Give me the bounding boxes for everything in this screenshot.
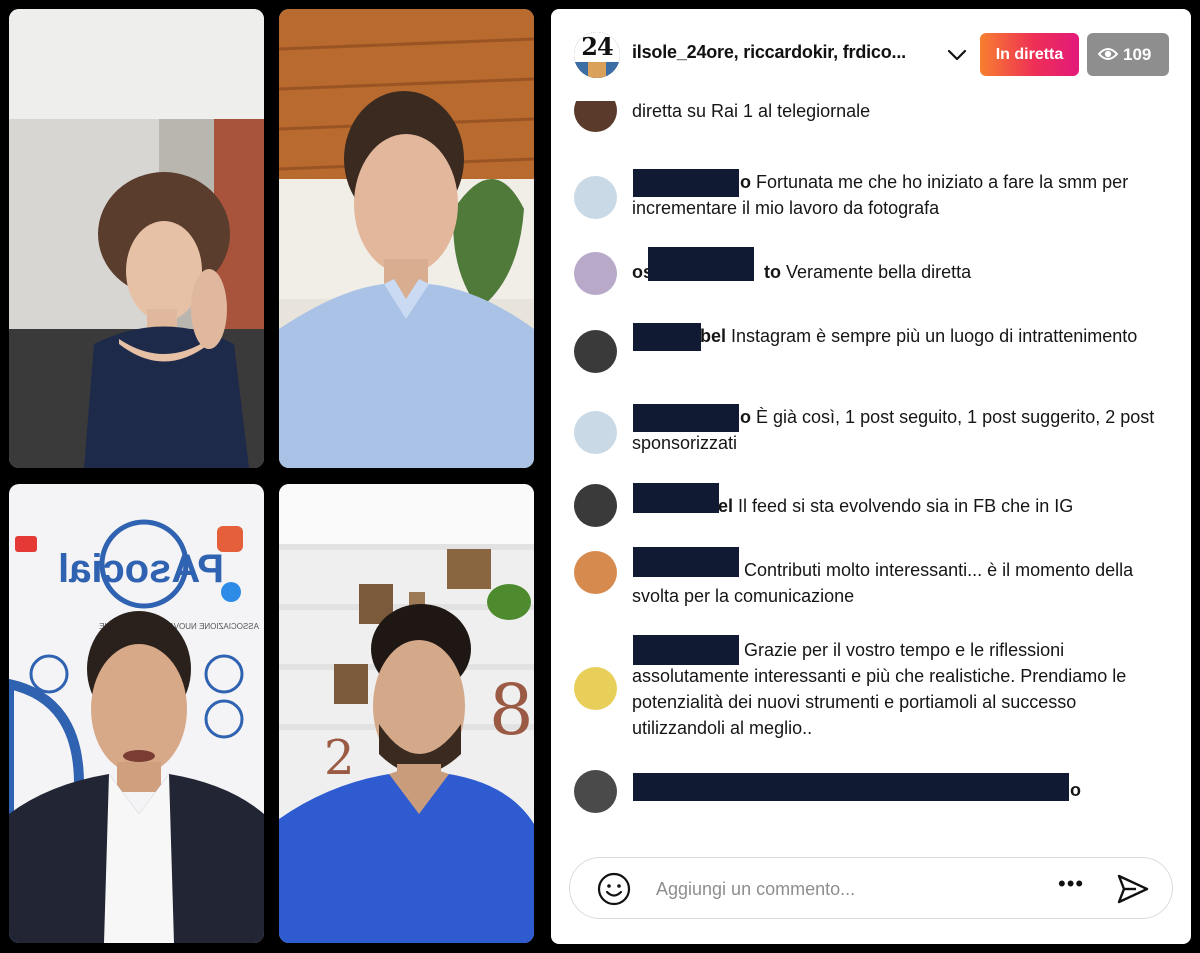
comment-username[interactable]: el bbox=[718, 496, 733, 516]
comment-list[interactable]: diretta su Rai 1 al telegiornale o Fortu… bbox=[551, 101, 1191, 839]
participant-video-4: 8 2 bbox=[279, 484, 534, 943]
commenter-avatar[interactable] bbox=[574, 551, 617, 594]
comment-username[interactable]: o bbox=[1070, 780, 1081, 800]
redaction-bar bbox=[633, 547, 739, 577]
live-header: 24 ilsole_24ore, riccardokir, frdico... … bbox=[551, 9, 1191, 101]
commenter-avatar[interactable] bbox=[574, 101, 617, 132]
redaction-bar bbox=[648, 247, 754, 281]
live-badge: In diretta bbox=[980, 33, 1079, 76]
participant-video-1 bbox=[9, 9, 264, 468]
avatar-logo: 24 bbox=[574, 32, 620, 62]
comment-text: Instagram è sempre più un luogo di intra… bbox=[731, 326, 1138, 346]
redaction-bar bbox=[633, 635, 739, 665]
svg-text:2: 2 bbox=[324, 730, 355, 786]
viewer-count: 109 bbox=[1123, 45, 1152, 64]
commenter-avatar[interactable] bbox=[574, 770, 617, 813]
participants-title[interactable]: ilsole_24ore, riccardokir, frdico... bbox=[632, 42, 942, 63]
commenter-avatar[interactable] bbox=[574, 484, 617, 527]
participant-video-3: PAsocial ASSOCIAZIONE NUOVA COMUNICAZION… bbox=[9, 484, 264, 943]
commenter-avatar[interactable] bbox=[574, 411, 617, 454]
comment-username[interactable]: o bbox=[740, 172, 751, 192]
comment-username-tail: to bbox=[764, 262, 782, 282]
pasocial-logo-mirrored: PAsocial bbox=[58, 547, 224, 591]
commenter-avatar[interactable] bbox=[574, 667, 617, 710]
comment-text: Veramente bella diretta bbox=[786, 262, 972, 282]
video-tile-host-woman[interactable] bbox=[9, 9, 264, 468]
redaction-bar bbox=[633, 404, 739, 432]
chevron-down-icon[interactable] bbox=[947, 45, 967, 65]
comment-username[interactable]: o bbox=[740, 407, 751, 427]
more-icon[interactable]: ••• bbox=[1058, 873, 1090, 898]
video-tile-man-cobalt-shirt[interactable]: 8 2 bbox=[279, 484, 534, 943]
send-icon[interactable] bbox=[1116, 873, 1150, 905]
host-avatar[interactable]: 24 bbox=[574, 32, 620, 78]
participant-video-2 bbox=[279, 9, 534, 468]
eye-icon bbox=[1098, 48, 1118, 60]
live-comments-panel: 24 ilsole_24ore, riccardokir, frdico... … bbox=[551, 9, 1191, 944]
commenter-avatar[interactable] bbox=[574, 330, 617, 373]
smiley-icon[interactable] bbox=[597, 872, 631, 906]
redaction-bar bbox=[633, 483, 719, 513]
svg-text:8: 8 bbox=[489, 669, 534, 751]
comment-username[interactable]: bel bbox=[700, 326, 726, 346]
video-tile-pasocial-speaker[interactable]: PAsocial ASSOCIAZIONE NUOVA COMUNICAZION… bbox=[9, 484, 264, 943]
comment-text: Il feed si sta evolvendo sia in FB che i… bbox=[738, 496, 1074, 516]
commenter-avatar[interactable] bbox=[574, 252, 617, 295]
comment-text: diretta su Rai 1 al telegiornale bbox=[632, 101, 871, 121]
viewer-count-badge[interactable]: 109 bbox=[1087, 33, 1169, 76]
video-tile-man-blue-shirt[interactable] bbox=[279, 9, 534, 468]
commenter-avatar[interactable] bbox=[574, 176, 617, 219]
redaction-bar bbox=[633, 323, 701, 351]
redaction-bar bbox=[633, 169, 739, 197]
comment-composer: ••• bbox=[569, 857, 1173, 919]
redaction-bar bbox=[633, 773, 1069, 801]
comment-input[interactable] bbox=[656, 875, 1036, 903]
